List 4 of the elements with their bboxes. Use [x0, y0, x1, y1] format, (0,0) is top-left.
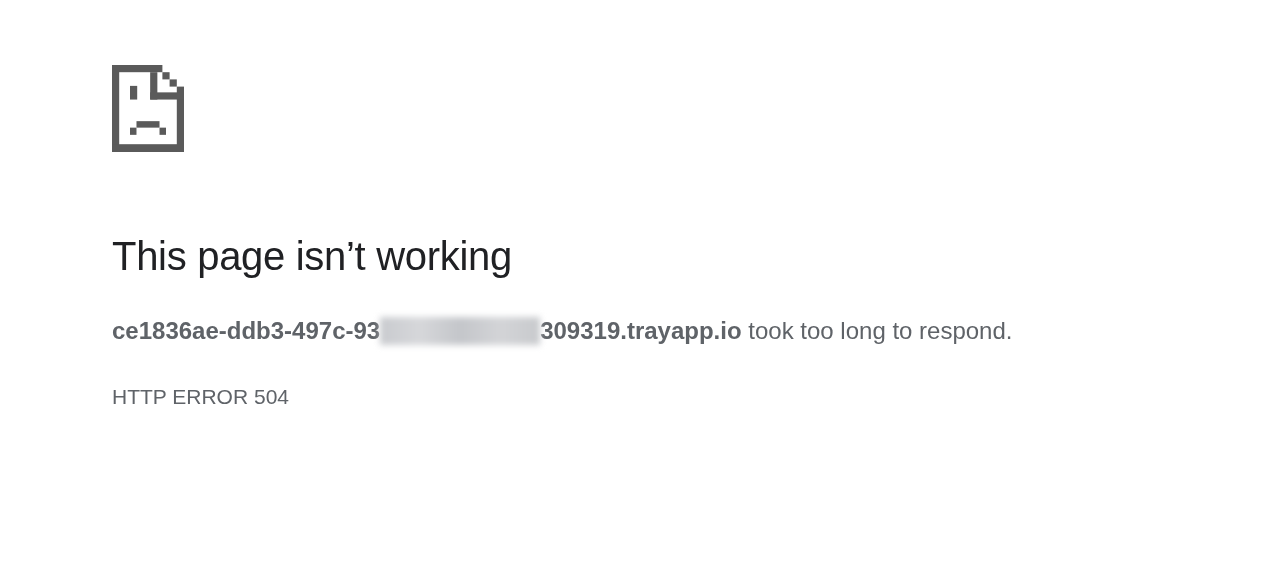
- error-code: HTTP ERROR 504: [112, 385, 289, 409]
- error-title: This page isn’t working: [112, 234, 512, 279]
- error-message: ce1836ae-ddb3-497c-93 309319.trayapp.io took too long to respond.: [112, 317, 1013, 345]
- sad-document-icon: [112, 65, 184, 152]
